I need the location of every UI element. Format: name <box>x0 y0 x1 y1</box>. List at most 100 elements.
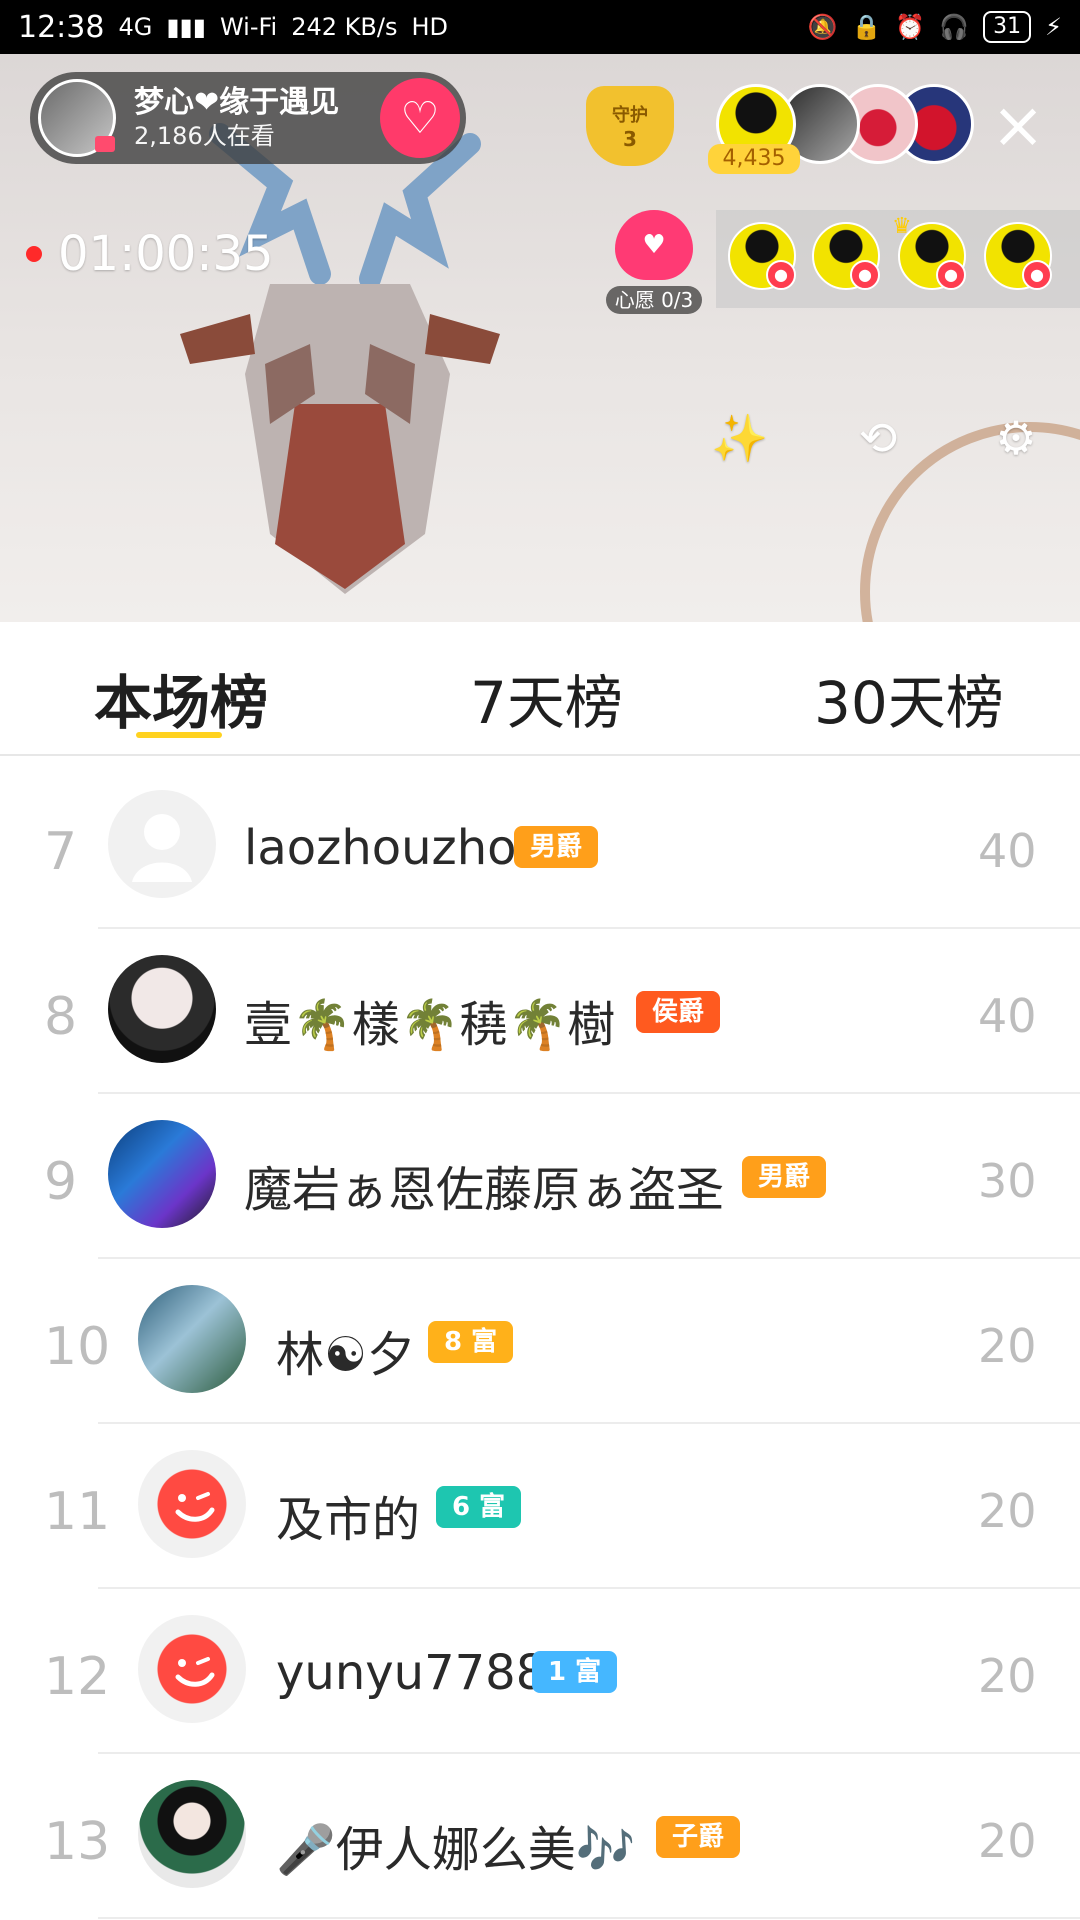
live-tools: ✨ ⟲ ⚙ <box>700 398 1060 478</box>
rank-number: 7 <box>44 822 78 882</box>
charging-icon: ⚡ <box>1045 13 1062 41</box>
wish-heart-icon: ♥ <box>615 210 693 280</box>
status-time: 12:38 <box>18 9 105 45</box>
user-name[interactable]: 🎤伊人娜么美🎶 <box>276 1810 636 1880</box>
guard-count: 3 <box>623 127 637 151</box>
rank-number: 9 <box>44 1152 78 1212</box>
switch-camera-icon[interactable]: ⟲ <box>838 398 918 478</box>
user-avatar[interactable] <box>108 790 216 898</box>
headset-icon: 🎧 <box>939 13 970 41</box>
leaderboard-row[interactable]: 8 壹🌴樣🌴穘🌴樹 侯爵 40 <box>0 929 1080 1094</box>
host-info-pill[interactable]: 梦心❤缘于遇见 2,186人在看 ♡ <box>30 72 466 164</box>
status-left: 12:38 4G ▮▮▮ Wi‑Fi 242 KB/s HD <box>18 10 448 45</box>
user-score: 20 <box>978 1649 1037 1703</box>
user-avatar[interactable] <box>108 1120 216 1228</box>
status-right: 🔕 🔒 ⏰ 🎧 31 ⚡ <box>808 11 1062 43</box>
leaderboard-list: 7 laozhouzho 男爵 40 8 壹🌴樣🌴穘🌴樹 侯爵 40 9 魔岩ぁ… <box>0 764 1080 1920</box>
user-avatar[interactable] <box>138 1615 246 1723</box>
user-name[interactable]: 壹🌴樣🌴穘🌴樹 <box>244 985 615 1055</box>
leaderboard-row[interactable]: 7 laozhouzho 男爵 40 <box>0 764 1080 929</box>
leaderboard-row[interactable]: 13 🎤伊人娜么美🎶 子爵 20 <box>0 1754 1080 1919</box>
user-badge: 男爵 <box>514 826 599 868</box>
lock-icon: 🔒 <box>851 13 882 41</box>
guard-shield: 守护 3 <box>586 86 674 166</box>
host-name: 梦心❤缘于遇见 <box>134 85 340 120</box>
smile-icon <box>175 1492 215 1522</box>
user-score: 30 <box>978 1154 1037 1208</box>
user-name[interactable]: 及市的 <box>276 1480 420 1550</box>
top-viewers[interactable]: 4,435 <box>708 84 974 184</box>
viewer-count: 2,186人在看 <box>134 122 275 150</box>
live-duration: 01:00:35 <box>58 226 274 282</box>
user-badge: 男爵 <box>742 1156 827 1198</box>
user-avatar[interactable] <box>138 1285 246 1393</box>
network-speed: 242 KB/s <box>291 13 398 41</box>
user-score: 40 <box>978 824 1037 878</box>
guard-label: 守护 <box>612 105 648 126</box>
user-badge: 6 富 <box>436 1486 522 1528</box>
wish-label: 心愿 0/3 <box>606 286 702 314</box>
guest-seats[interactable]: ● ● ♛ ● ● <box>716 210 1080 308</box>
signal-icon: ▮▮▮ <box>166 13 206 41</box>
heart-plus-icon: ♡ <box>400 92 440 144</box>
rank-number: 12 <box>44 1647 111 1707</box>
user-name[interactable]: yunyu7788 <box>276 1645 546 1701</box>
user-placeholder-icon <box>132 814 192 882</box>
user-name[interactable]: laozhouzho <box>244 820 517 876</box>
tab-this-session[interactable]: 本场榜 <box>94 656 268 740</box>
user-score: 40 <box>978 989 1037 1043</box>
recording-dot-icon <box>26 246 42 262</box>
seat-icon: ● <box>936 260 966 290</box>
user-badge: 1 富 <box>532 1651 618 1693</box>
host-text: 梦心❤缘于遇见 2,186人在看 <box>134 85 339 151</box>
user-score: 20 <box>978 1814 1037 1868</box>
rank-number: 10 <box>44 1317 111 1377</box>
seat-avatar-1[interactable]: ● <box>728 222 796 290</box>
wifi-icon: Wi‑Fi <box>219 13 278 41</box>
host-avatar[interactable] <box>38 79 116 157</box>
wish-widget[interactable]: ♥ 心愿 0/3 <box>606 210 702 314</box>
leaderboard-row[interactable]: 11 及市的 6 富 20 <box>0 1424 1080 1589</box>
user-name[interactable]: 魔岩ぁ恩佐藤原ぁ盗圣 <box>244 1150 724 1220</box>
alarm-icon: ⏰ <box>895 13 926 41</box>
beauty-magic-icon[interactable]: ✨ <box>700 398 780 478</box>
user-badge: 8 富 <box>428 1321 514 1363</box>
rank-number: 8 <box>44 987 78 1047</box>
follow-button[interactable]: ♡ <box>380 78 460 158</box>
seat-avatar-4[interactable]: ● <box>984 222 1052 290</box>
smile-icon <box>175 1657 215 1687</box>
user-avatar[interactable] <box>138 1450 246 1558</box>
seat-avatar-3[interactable]: ♛ ● <box>892 214 966 290</box>
guard-badge[interactable]: 守护 3 <box>586 86 674 174</box>
top-viewer-score: 4,435 <box>708 144 800 174</box>
user-badge: 侯爵 <box>636 991 721 1033</box>
seat-icon: ● <box>766 260 796 290</box>
user-badge: 子爵 <box>656 1816 741 1858</box>
tab-30-days[interactable]: 30天榜 <box>814 656 1004 740</box>
close-icon[interactable]: × <box>986 94 1050 158</box>
status-bar: 12:38 4G ▮▮▮ Wi‑Fi 242 KB/s HD 🔕 🔒 ⏰ 🎧 3… <box>0 0 1080 54</box>
seat-icon: ● <box>850 260 880 290</box>
hd-icon: HD <box>411 13 448 41</box>
host-avatar-badge <box>95 136 115 152</box>
mute-icon: 🔕 <box>807 13 838 41</box>
user-avatar[interactable] <box>108 955 216 1063</box>
user-score: 20 <box>978 1484 1037 1538</box>
live-stream-preview[interactable]: 梦心❤缘于遇见 2,186人在看 ♡ 守护 3 4,435 × 01:00:35… <box>0 54 1080 622</box>
tab-7-days[interactable]: 7天榜 <box>470 656 623 740</box>
rank-number: 11 <box>44 1482 111 1542</box>
network-type: 4G <box>118 13 153 41</box>
leaderboard-row[interactable]: 9 魔岩ぁ恩佐藤原ぁ盗圣 男爵 30 <box>0 1094 1080 1259</box>
user-score: 20 <box>978 1319 1037 1373</box>
leaderboard-row[interactable]: 10 林☯夕 8 富 20 <box>0 1259 1080 1424</box>
active-tab-indicator <box>136 732 222 738</box>
rank-number: 13 <box>44 1812 111 1872</box>
user-avatar[interactable] <box>138 1780 246 1888</box>
leaderboard-row[interactable]: 12 yunyu7788 1 富 20 <box>0 1589 1080 1754</box>
crown-icon: ♛ <box>892 214 912 239</box>
leaderboard-tabs: 本场榜 7天榜 30天榜 <box>0 622 1080 756</box>
user-name[interactable]: 林☯夕 <box>276 1315 415 1385</box>
settings-gear-icon[interactable]: ⚙ <box>976 398 1056 478</box>
seat-avatar-2[interactable]: ● <box>812 222 880 290</box>
seat-icon: ● <box>1022 260 1052 290</box>
